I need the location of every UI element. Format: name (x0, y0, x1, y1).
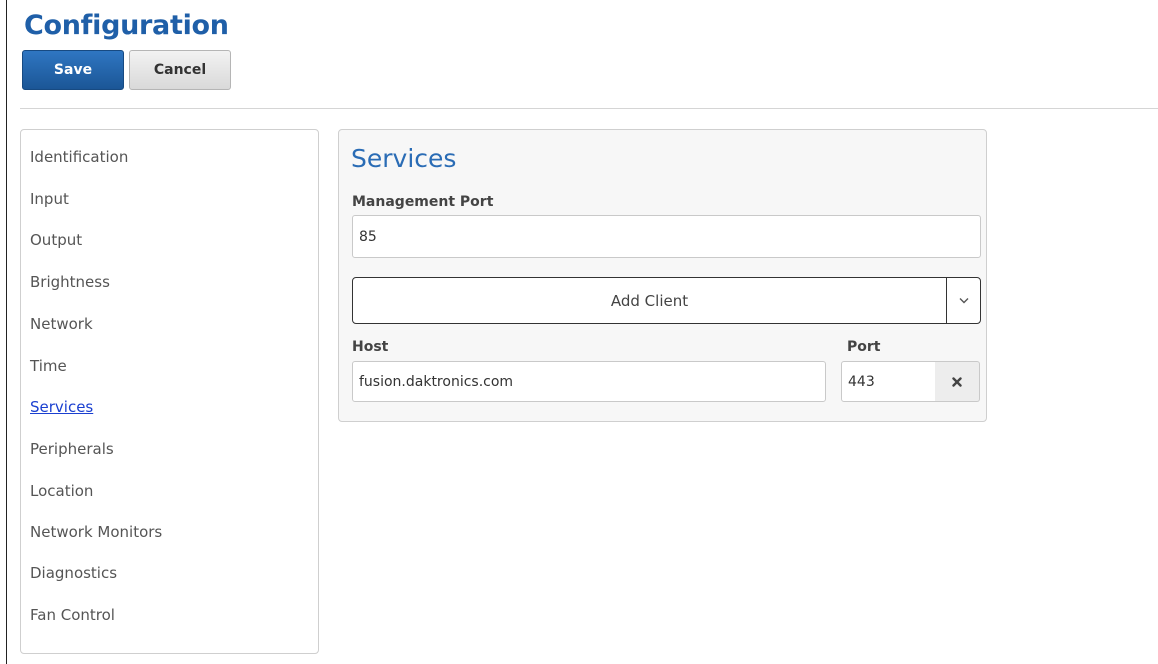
add-client-dropdown-toggle[interactable] (947, 278, 980, 323)
sidebar-item-network[interactable]: Network (30, 315, 93, 333)
sidebar-item-location[interactable]: Location (30, 482, 93, 500)
services-title: Services (351, 144, 457, 173)
page-title: Configuration (24, 10, 229, 41)
sidebar-item-services[interactable]: Services (30, 398, 93, 416)
close-icon (952, 376, 962, 387)
sidebar-nav: Identification Input Output Brightness N… (20, 129, 319, 654)
save-button[interactable]: Save (22, 50, 124, 90)
sidebar-item-input[interactable]: Input (30, 190, 69, 208)
header-divider (20, 108, 1158, 109)
port-label: Port (847, 339, 881, 355)
services-panel: Services Management Port Add Client Host… (338, 129, 987, 422)
client-port-input[interactable] (841, 361, 936, 402)
management-port-input[interactable] (352, 215, 981, 258)
host-input[interactable] (352, 361, 826, 402)
sidebar-item-network-monitors[interactable]: Network Monitors (30, 523, 162, 541)
sidebar-item-identification[interactable]: Identification (30, 148, 128, 166)
sidebar-item-fan-control[interactable]: Fan Control (30, 606, 115, 624)
add-client-button[interactable]: Add Client (353, 278, 946, 323)
sidebar-item-output[interactable]: Output (30, 231, 82, 249)
chevron-down-icon (959, 298, 968, 304)
cancel-button[interactable]: Cancel (129, 50, 231, 90)
remove-client-button[interactable] (935, 361, 980, 402)
management-port-label: Management Port (352, 194, 494, 210)
add-client-split-button: Add Client (352, 277, 981, 324)
host-label: Host (352, 339, 389, 355)
sidebar-item-diagnostics[interactable]: Diagnostics (30, 564, 117, 582)
sidebar-item-peripherals[interactable]: Peripherals (30, 440, 114, 458)
sidebar-item-time[interactable]: Time (30, 357, 67, 375)
sidebar-item-brightness[interactable]: Brightness (30, 273, 110, 291)
